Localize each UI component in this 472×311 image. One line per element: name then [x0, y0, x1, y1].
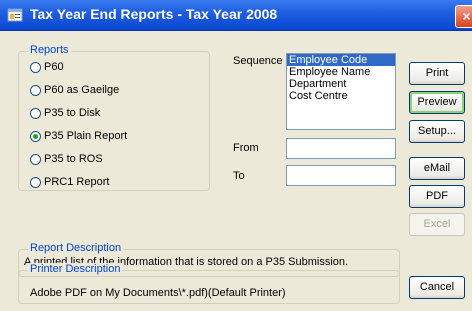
- email-button[interactable]: eMail: [409, 157, 465, 180]
- cancel-button[interactable]: Cancel: [409, 276, 465, 299]
- window-title: Tax Year End Reports - Tax Year 2008: [30, 6, 278, 22]
- radio-button[interactable]: [30, 176, 41, 188]
- report-description-legend: Report Description: [28, 242, 124, 254]
- radio-p35-plain-report[interactable]: P35 Plain Report: [30, 128, 127, 144]
- radio-button[interactable]: [30, 153, 41, 165]
- radio-button-selected[interactable]: [30, 130, 41, 142]
- title-bar[interactable]: Tax Year End Reports - Tax Year 2008 ×: [0, 0, 472, 31]
- pdf-button[interactable]: PDF: [409, 185, 465, 208]
- printer-description-text: Adobe PDF on My Documents\*.pdf)(Default…: [30, 287, 286, 299]
- radio-button[interactable]: [30, 61, 41, 73]
- from-input[interactable]: [286, 138, 396, 159]
- excel-button: Excel: [409, 213, 465, 236]
- sequence-label: Sequence: [233, 55, 283, 67]
- radio-button[interactable]: [30, 107, 41, 119]
- to-input[interactable]: [286, 165, 396, 186]
- radio-p60-gaeilge[interactable]: P60 as Gaeilge: [30, 82, 119, 98]
- sequence-item-employee-name[interactable]: Employee Name: [287, 66, 395, 78]
- reports-group-legend: Reports: [28, 44, 71, 56]
- sequence-item-employee-code[interactable]: Employee Code: [287, 54, 395, 66]
- radio-button[interactable]: [30, 84, 41, 96]
- setup-button[interactable]: Setup...: [409, 120, 465, 143]
- preview-button[interactable]: Preview: [409, 91, 465, 114]
- from-label: From: [233, 142, 259, 154]
- app-icon: [7, 8, 23, 22]
- print-button[interactable]: Print: [409, 62, 465, 85]
- radio-label: P60: [44, 61, 64, 73]
- to-label: To: [233, 170, 245, 182]
- radio-p60[interactable]: P60: [30, 59, 64, 75]
- radio-label: P60 as Gaeilge: [44, 84, 120, 96]
- radio-label: PRC1 Report: [44, 176, 110, 188]
- sequence-item-department[interactable]: Department: [287, 78, 395, 90]
- radio-p35-ros[interactable]: P35 to ROS: [30, 151, 103, 167]
- radio-label: P35 to ROS: [44, 153, 103, 165]
- sequence-item-cost-centre[interactable]: Cost Centre: [287, 90, 395, 102]
- radio-p35-disk[interactable]: P35 to Disk: [30, 105, 100, 121]
- printer-description-legend: Printer Description: [28, 263, 123, 275]
- close-button[interactable]: ×: [455, 5, 472, 28]
- close-icon: ×: [462, 8, 471, 24]
- radio-prc1-report[interactable]: PRC1 Report: [30, 174, 109, 190]
- radio-label: P35 to Disk: [44, 107, 101, 119]
- radio-label: P35 Plain Report: [44, 130, 128, 142]
- sequence-listbox[interactable]: Employee Code Employee Name Department C…: [286, 53, 396, 130]
